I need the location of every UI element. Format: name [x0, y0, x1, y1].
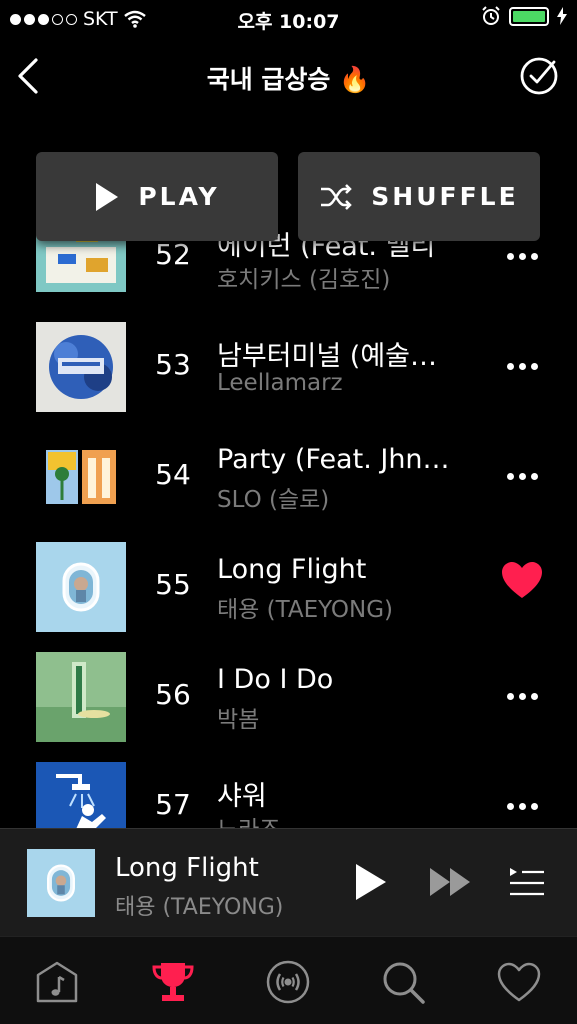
track-rank: 56 — [155, 678, 191, 711]
playlist-queue-icon[interactable] — [508, 865, 546, 899]
more-options-button[interactable] — [498, 782, 546, 828]
alarm-icon — [482, 6, 500, 25]
album-art-57[interactable] — [36, 762, 126, 828]
track-title: Party (Feat. Jhn… — [217, 444, 450, 475]
tab-search-icon[interactable] — [380, 959, 426, 1005]
more-dot — [518, 252, 526, 260]
album-art-54[interactable] — [36, 432, 126, 522]
battery-icon — [509, 6, 549, 26]
shuffle-icon — [321, 183, 353, 210]
more-dot — [530, 802, 538, 810]
track-title: 샤워 — [217, 781, 267, 812]
track-row[interactable]: 53 남부터미널 (예술… Leellamarz — [0, 312, 577, 422]
play-all-label: PLAY — [138, 182, 220, 211]
shuffle-button[interactable]: SHUFFLE — [298, 152, 540, 241]
track-title: 남부터미널 (예술… — [217, 341, 437, 372]
tab-trophy-icon[interactable] — [150, 959, 196, 1005]
track-artist: Leellamarz — [217, 370, 343, 396]
select-check-circle-icon[interactable] — [519, 56, 559, 96]
more-dot — [518, 802, 526, 810]
tab-heart-icon[interactable] — [496, 959, 542, 1005]
play-icon[interactable] — [350, 861, 390, 903]
more-dot — [506, 472, 514, 480]
track-rank: 53 — [155, 348, 191, 381]
more-dot — [506, 362, 514, 370]
more-dot — [530, 472, 538, 480]
shuffle-label: SHUFFLE — [371, 182, 519, 211]
track-row[interactable]: 54 Party (Feat. Jhn… SLO (슬로) — [0, 422, 577, 532]
album-art-55[interactable] — [36, 542, 126, 632]
track-rank: 55 — [155, 568, 191, 601]
more-dot — [530, 362, 538, 370]
now-playing-artist: 태용 (TAEYONG) — [115, 895, 284, 920]
status-right — [481, 6, 567, 26]
tab-music-note-icon[interactable] — [34, 959, 80, 1005]
battery-fill — [513, 10, 545, 22]
tab-bar — [0, 936, 577, 1024]
track-row[interactable]: 57 샤워 노라조 — [0, 752, 577, 828]
play-all-button[interactable]: PLAY — [36, 152, 278, 241]
track-row[interactable]: 55 Long Flight 태용 (TAEYONG) — [0, 532, 577, 642]
track-rank: 57 — [155, 788, 191, 821]
more-dot — [506, 692, 514, 700]
track-rank: 54 — [155, 458, 191, 491]
charging-bolt-icon — [557, 7, 567, 25]
more-dot — [518, 472, 526, 480]
play-icon — [96, 182, 119, 211]
tab-radio-broadcast-icon[interactable] — [265, 959, 311, 1005]
liked-heart-icon[interactable] — [498, 556, 546, 604]
album-art-56[interactable] — [36, 652, 126, 742]
track-row[interactable]: 56 I Do I Do 박봄 — [0, 642, 577, 752]
more-options-button[interactable] — [498, 452, 546, 500]
navigation-bar: 국내 급상승 🔥 — [0, 38, 577, 114]
more-dot — [518, 362, 526, 370]
more-options-button[interactable] — [498, 672, 546, 720]
album-art-53[interactable] — [36, 322, 126, 412]
track-artist: 노라조 — [217, 810, 477, 828]
more-dot — [506, 252, 514, 260]
track-artist: 박봄 — [217, 707, 260, 733]
more-options-button[interactable] — [498, 342, 546, 390]
now-playing-title: Long Flight — [115, 853, 259, 883]
track-rank: 52 — [155, 238, 191, 271]
more-dot — [518, 692, 526, 700]
more-dot — [530, 252, 538, 260]
fast-forward-icon[interactable] — [428, 865, 474, 899]
status-bar: SKT 오후 10:07 — [0, 0, 577, 38]
track-artist: 태용 (TAEYONG) — [217, 597, 394, 623]
more-dot — [530, 692, 538, 700]
track-artist: 호치키스 (김호진) — [217, 267, 391, 293]
chart-track-list[interactable]: 52 에이런 (Feat. 멜리 호치키스 (김호진) 53 남부터미널 (예술… — [0, 202, 577, 828]
mini-player[interactable]: Long Flight 태용 (TAEYONG) — [0, 828, 577, 936]
track-title: I Do I Do — [217, 664, 334, 695]
more-dot — [506, 802, 514, 810]
app-screen: SKT 오후 10:07 국내 급상승 🔥 52 에이런 (Feat. 멜리 호… — [0, 0, 577, 1024]
now-playing-album-art[interactable] — [27, 849, 95, 917]
track-title: Long Flight — [217, 554, 367, 585]
page-title: 국내 급상승 🔥 — [206, 65, 371, 94]
track-artist: SLO (슬로) — [217, 487, 330, 513]
